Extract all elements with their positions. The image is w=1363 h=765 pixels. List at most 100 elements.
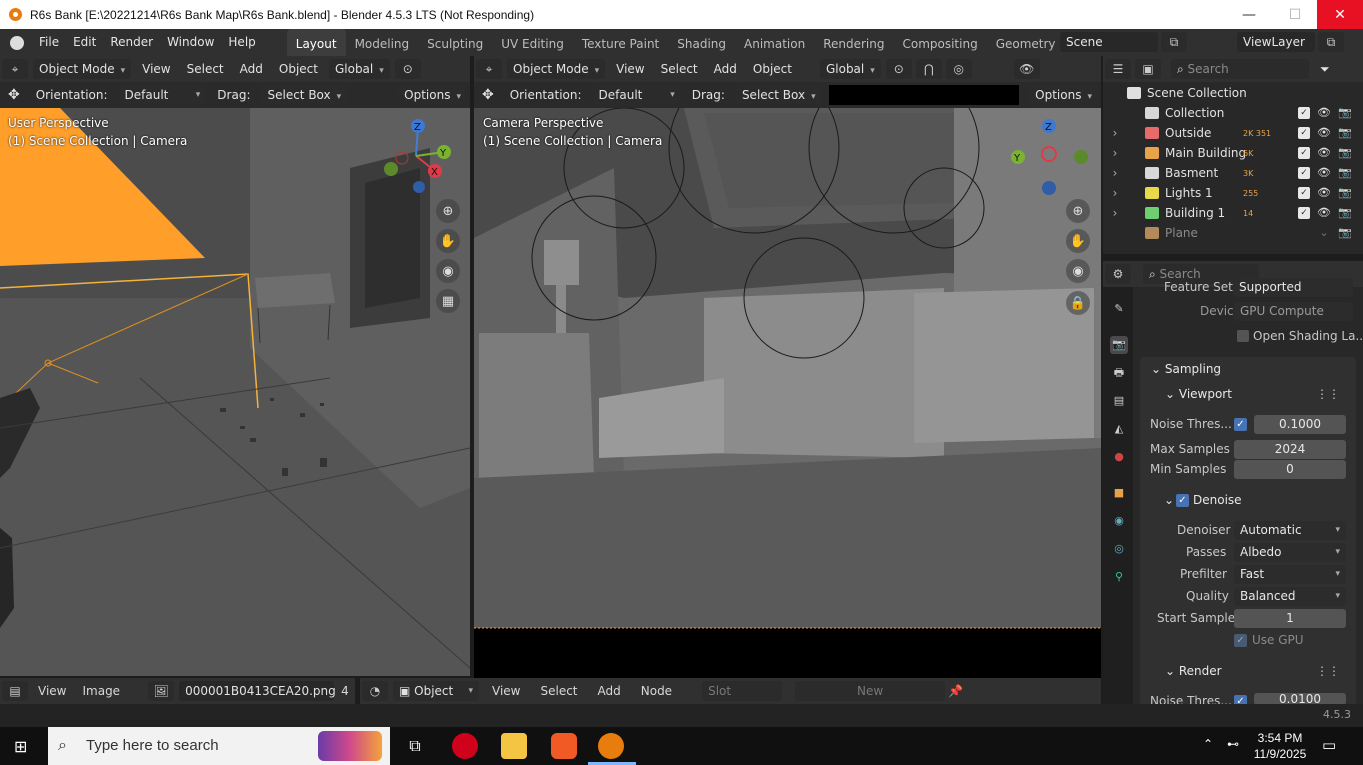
lock-camera-icon[interactable]: 🔒 bbox=[1066, 291, 1090, 315]
tab-shading[interactable]: Shading bbox=[668, 29, 735, 56]
node-menu-view[interactable]: View bbox=[482, 684, 530, 698]
properties-editor-icon[interactable]: ⚙ bbox=[1105, 264, 1131, 284]
right-drag-dropdown[interactable]: Select Box ▾ bbox=[735, 85, 822, 105]
image-name-field[interactable]: 000001B0413CEA20.png bbox=[179, 681, 336, 701]
denoise-subpanel[interactable]: ⌄ bbox=[1164, 493, 1174, 507]
prefilter-dropdown[interactable]: Fast ▾ bbox=[1234, 565, 1346, 584]
outliner-row[interactable]: Plane ⌄ 📷 bbox=[1103, 223, 1363, 243]
expand-arrow-icon[interactable]: › bbox=[1103, 166, 1127, 180]
proportional-icon[interactable]: ◎ bbox=[945, 59, 972, 79]
exclude-checkbox[interactable]: ✓ bbox=[1298, 147, 1310, 159]
outliner-row[interactable]: › Lights 1 255 ✓ 👁 📷 bbox=[1103, 183, 1363, 203]
pan-hand-icon-2[interactable]: ✋ bbox=[1066, 229, 1090, 253]
tool-tab-icon[interactable]: ✎ bbox=[1110, 300, 1128, 318]
noise-threshold-field[interactable]: 0.1000 bbox=[1254, 415, 1346, 434]
noise-threshold-checkbox[interactable]: ✓ bbox=[1234, 418, 1247, 431]
left-3d-viewport[interactable]: User Perspective (1) Scene Collection | … bbox=[0, 108, 470, 676]
display-mode-icon[interactable]: ▣ bbox=[1135, 59, 1161, 79]
camera-view-icon[interactable]: ◉ bbox=[436, 259, 460, 283]
render-subpanel[interactable]: ⌄ Render bbox=[1165, 664, 1222, 678]
device-dropdown[interactable]: GPU Compute bbox=[1234, 302, 1353, 321]
visibility-icon[interactable]: 👁 bbox=[1013, 59, 1040, 79]
data-tab-icon[interactable]: ⚲ bbox=[1110, 568, 1128, 586]
view-layer-selector[interactable]: ViewLayer bbox=[1237, 32, 1315, 52]
right-mode-dropdown[interactable]: Object Mode ▾ bbox=[507, 59, 606, 79]
right-options-dropdown[interactable]: Options ▾ bbox=[1029, 85, 1098, 105]
right-axis-gizmo[interactable]: Z Y bbox=[1009, 116, 1099, 196]
menu-window[interactable]: Window bbox=[160, 29, 221, 56]
feature-set-dropdown[interactable]: Supported bbox=[1233, 278, 1353, 297]
minimize-button[interactable]: — bbox=[1226, 0, 1272, 29]
eye-icon[interactable]: 👁 bbox=[1317, 167, 1331, 179]
scene-tab-icon[interactable]: ◭ bbox=[1110, 420, 1128, 438]
outliner-root-row[interactable]: Scene Collection bbox=[1103, 83, 1363, 103]
exclude-checkbox[interactable]: ✓ bbox=[1298, 107, 1310, 119]
tab-layout[interactable]: Layout bbox=[286, 29, 346, 56]
render-tab-icon[interactable]: 📷 bbox=[1110, 336, 1128, 354]
editor-type-icon[interactable]: ⌖ bbox=[2, 59, 28, 79]
camera-view-icon-2[interactable]: ◉ bbox=[1066, 259, 1090, 283]
menu-file[interactable]: File bbox=[32, 29, 66, 56]
render-camera-icon[interactable]: 📷 bbox=[1338, 207, 1352, 219]
notifications-icon[interactable]: ▭ bbox=[1322, 736, 1336, 754]
right-orientation-dropdown[interactable]: Default ▾ bbox=[592, 85, 681, 105]
exclude-checkbox[interactable]: ✓ bbox=[1298, 167, 1310, 179]
left-drag-dropdown[interactable]: Select Box ▾ bbox=[261, 85, 348, 105]
right-3d-viewport[interactable]: Camera Perspective (1) Scene Collection … bbox=[474, 108, 1101, 676]
brave-icon[interactable] bbox=[551, 733, 577, 759]
new-scene-icon[interactable]: ⧉ bbox=[1161, 32, 1187, 52]
left-menu-select[interactable]: Select bbox=[179, 62, 232, 76]
exclude-checkbox[interactable]: ✓ bbox=[1298, 187, 1310, 199]
tab-compositing[interactable]: Compositing bbox=[893, 29, 986, 56]
viewport-presets-icon[interactable]: ⋮⋮ bbox=[1316, 387, 1340, 401]
pivot-icon[interactable]: ⊙ bbox=[394, 59, 421, 79]
image-menu-view[interactable]: View bbox=[30, 684, 74, 698]
new-material-button[interactable]: New bbox=[795, 681, 946, 701]
editor-type-icon-2[interactable]: ⌖ bbox=[476, 59, 502, 79]
expand-arrow-icon[interactable]: › bbox=[1103, 146, 1127, 160]
filter-icon[interactable]: ⏷ bbox=[1312, 62, 1338, 77]
viewport-subpanel[interactable]: ⌄ Viewport bbox=[1165, 387, 1232, 401]
left-transform-dropdown[interactable]: Global ▾ bbox=[328, 59, 390, 79]
sampling-header[interactable]: ⌄ Sampling bbox=[1151, 362, 1221, 376]
eye-icon[interactable]: 👁 bbox=[1317, 147, 1331, 159]
outliner-row[interactable]: › Outside 2K 351 ✓ 👁 📷 bbox=[1103, 123, 1363, 143]
use-gpu-checkbox[interactable]: ✓ bbox=[1234, 634, 1247, 647]
eye-icon[interactable]: 👁 bbox=[1317, 127, 1331, 139]
outliner-row[interactable]: › Basment 3K ✓ 👁 📷 bbox=[1103, 163, 1363, 183]
right-menu-select[interactable]: Select bbox=[653, 62, 706, 76]
slot-dropdown[interactable]: Slot bbox=[702, 681, 783, 701]
node-editor-type-icon[interactable]: ◔ bbox=[362, 681, 388, 701]
snap-icon[interactable]: ⋂ bbox=[915, 59, 942, 79]
opera-icon[interactable] bbox=[452, 733, 478, 759]
render-presets-icon[interactable]: ⋮⋮ bbox=[1316, 664, 1340, 678]
task-view-icon[interactable]: ⧉ bbox=[402, 733, 428, 759]
maximize-button[interactable]: ☐ bbox=[1272, 0, 1318, 29]
left-options-dropdown[interactable]: Options ▾ bbox=[398, 85, 467, 105]
pan-hand-icon[interactable]: ✋ bbox=[436, 229, 460, 253]
image-menu-image[interactable]: Image bbox=[74, 684, 128, 698]
outliner-row[interactable]: › Building 1 14 ✓ 👁 📷 bbox=[1103, 203, 1363, 223]
scene-selector[interactable]: Scene bbox=[1060, 32, 1158, 52]
eye-icon[interactable]: 👁 bbox=[1317, 207, 1331, 219]
view-layer-tab-icon[interactable]: ▤ bbox=[1110, 392, 1128, 410]
ortho-grid-icon[interactable]: ▦ bbox=[436, 289, 460, 313]
node-editor-area[interactable] bbox=[474, 629, 1101, 678]
node-menu-node[interactable]: Node bbox=[631, 684, 682, 698]
render-camera-icon[interactable]: 📷 bbox=[1338, 127, 1352, 139]
physics-tab-icon[interactable]: ◎ bbox=[1110, 540, 1128, 558]
denoise-checkbox[interactable]: ✓ bbox=[1176, 494, 1189, 507]
new-view-layer-icon[interactable]: ⧉ bbox=[1318, 32, 1344, 52]
expand-arrow-icon[interactable]: › bbox=[1103, 206, 1127, 220]
move-tool-icon[interactable]: ✥ bbox=[0, 87, 28, 103]
render-camera-icon[interactable]: 📷 bbox=[1338, 147, 1352, 159]
node-object-dropdown[interactable]: ▣ Object ▾ bbox=[393, 681, 479, 701]
right-menu-object[interactable]: Object bbox=[745, 62, 800, 76]
close-button[interactable]: ✕ bbox=[1317, 0, 1363, 29]
image-browse-icon[interactable]: 🖼 bbox=[148, 681, 175, 701]
quality-dropdown[interactable]: Balanced ▾ bbox=[1234, 587, 1346, 606]
expand-arrow-icon[interactable]: › bbox=[1103, 126, 1127, 140]
render-camera-icon[interactable]: 📷 bbox=[1338, 107, 1352, 119]
tab-modeling[interactable]: Modeling bbox=[346, 29, 419, 56]
left-menu-object[interactable]: Object bbox=[271, 62, 326, 76]
